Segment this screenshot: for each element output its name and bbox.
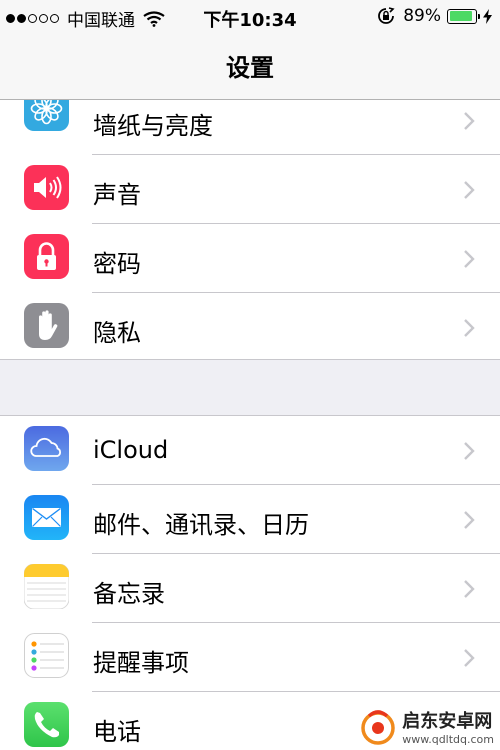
status-bar: 中国联通 下午10:34 89% [0,0,500,34]
notes-icon [24,564,69,609]
chevron-right-icon [463,111,475,131]
settings-item-reminders[interactable]: 提醒事项 [0,623,500,692]
chevron-right-icon [463,648,475,668]
watermark-name: 启东安卓网 [402,710,493,732]
settings-item-wallpaper[interactable]: 墙纸与亮度 [0,100,500,155]
settings-item-label: iCloud [93,436,169,464]
cloud-icon [24,426,69,471]
settings-item-label: 声音 [93,181,141,209]
chevron-right-icon [463,249,475,269]
charging-bolt-icon [483,8,492,24]
speaker-icon [24,165,69,210]
settings-item-mail-contacts-calendars[interactable]: 邮件、通讯录、日历 [0,485,500,554]
settings-item-label: 电话 [93,718,141,746]
watermark-url: www.qdltdq.com [402,732,494,746]
settings-item-sounds[interactable]: 声音 [0,155,500,224]
chevron-right-icon [463,441,475,461]
settings-item-label: 密码 [93,250,141,278]
settings-item-passcode[interactable]: 密码 [0,224,500,293]
lock-icon [24,234,69,279]
chevron-right-icon [463,318,475,338]
orientation-lock-icon [377,7,395,25]
settings-item-label: 隐私 [93,319,141,347]
settings-item-notes[interactable]: 备忘录 [0,554,500,623]
settings-item-label: 墙纸与亮度 [93,112,213,140]
watermark-logo-icon [358,706,398,746]
hand-icon [24,303,69,348]
phone-icon [24,702,69,747]
wallpaper-icon [24,100,69,131]
navigation-bar: 设置 [0,34,500,100]
settings-item-privacy[interactable]: 隐私 [0,293,500,359]
battery-level [449,11,472,21]
chevron-right-icon [463,579,475,599]
battery-icon [447,8,480,24]
watermark: 启东安卓网 www.qdltdq.com [358,706,494,746]
status-right: 89% [377,6,492,26]
settings-group-2: iCloud 邮件、通讯录、日历 备忘录 提醒事项 电话 [0,415,500,750]
mail-icon [24,495,69,540]
battery-percent: 89% [403,6,441,26]
page-title: 设置 [226,54,274,82]
settings-group-1: 墙纸与亮度 声音 密码 隐私 [0,100,500,360]
reminders-icon [24,633,69,678]
chevron-right-icon [463,180,475,200]
settings-item-icloud[interactable]: iCloud [0,416,500,485]
chevron-right-icon [463,510,475,530]
settings-item-label: 提醒事项 [93,649,189,677]
settings-item-label: 邮件、通讯录、日历 [93,511,309,539]
settings-item-label: 备忘录 [93,580,165,608]
